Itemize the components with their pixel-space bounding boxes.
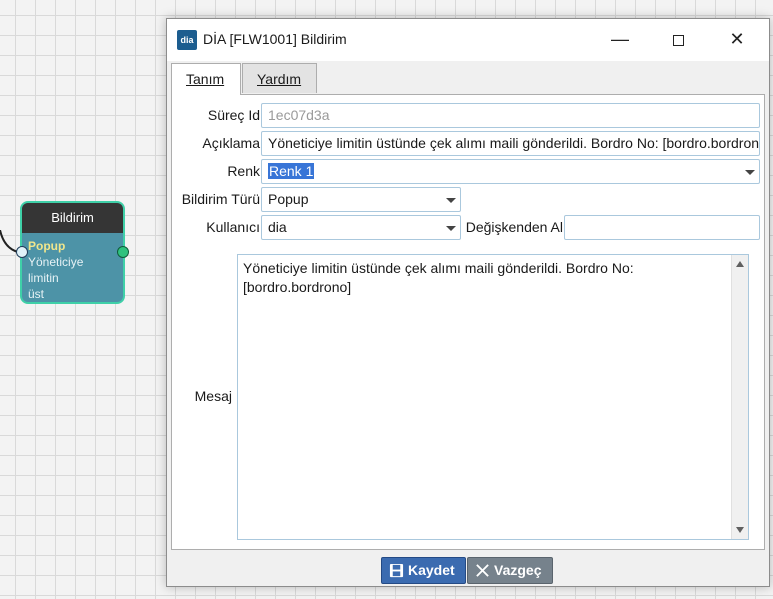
floppy-disk-icon <box>389 563 404 578</box>
close-x-icon <box>476 564 489 577</box>
surec-id-label: Süreç Id <box>207 107 260 123</box>
scroll-down-icon[interactable] <box>736 527 744 533</box>
dia-logo-icon: dia <box>177 30 197 50</box>
mesaj-line2: [bordro.bordrono] <box>243 279 352 295</box>
tanim-panel: Süreç Id 1ec07d3a Açıklama Yöneticiye li… <box>171 94 765 550</box>
window-title: DİA [FLW1001] Bildirim <box>203 31 347 47</box>
renk-select[interactable]: Renk 1 <box>261 159 760 184</box>
node-input-port[interactable] <box>16 246 28 258</box>
node-output-port[interactable] <box>117 246 129 258</box>
surec-id-field[interactable]: 1ec07d3a <box>261 103 760 128</box>
minimize-button[interactable]: — <box>597 19 643 61</box>
renk-label: Renk <box>227 163 260 179</box>
tab-yardim[interactable]: Yardım <box>242 63 317 93</box>
node-text-line2: üst <box>28 287 45 301</box>
degiskenden-al-label: Değişkenden Al <box>465 219 563 235</box>
tab-tanim-label: Tanım <box>186 71 225 87</box>
close-icon: ✕ <box>729 29 745 49</box>
chevron-down-icon <box>446 226 456 231</box>
node-type: Popup <box>28 239 66 253</box>
save-button[interactable]: Kaydet <box>381 557 466 584</box>
bildirim-turu-value: Popup <box>268 191 309 207</box>
bildirim-turu-select[interactable]: Popup <box>261 187 461 212</box>
title-bar[interactable]: dia DİA [FLW1001] Bildirim — ✕ <box>167 19 769 61</box>
chevron-down-icon <box>446 198 456 203</box>
kullanici-value: dia <box>268 219 287 235</box>
maximize-icon <box>672 34 684 46</box>
mesaj-line1: Yöneticiye limitin üstünde çek alımı mai… <box>243 260 634 276</box>
renk-selected-value: Renk 1 <box>268 163 315 179</box>
bildirim-turu-label: Bildirim Türü <box>181 191 260 207</box>
aciklama-field[interactable]: Yöneticiye limitin üstünde çek alımı mai… <box>261 131 760 156</box>
aciklama-label: Açıklama <box>202 135 260 151</box>
degiskenden-al-field[interactable] <box>564 215 760 240</box>
tab-tanim[interactable]: Tanım <box>171 63 241 95</box>
node-title: Bildirim <box>22 203 123 233</box>
mesaj-scrollbar[interactable] <box>731 255 748 539</box>
mesaj-textarea[interactable]: Yöneticiye limitin üstünde çek alımı mai… <box>237 254 749 540</box>
mesaj-text: Yöneticiye limitin üstünde çek alımı mai… <box>243 259 728 297</box>
tab-yardim-label: Yardım <box>257 71 302 87</box>
save-label: Kaydet <box>408 562 455 578</box>
minimize-icon: — <box>611 29 629 49</box>
maximize-button[interactable] <box>655 19 701 61</box>
kullanici-select[interactable]: dia <box>261 215 461 240</box>
scroll-up-icon[interactable] <box>736 261 744 267</box>
close-button[interactable]: ✕ <box>714 19 760 61</box>
mesaj-label: Mesaj <box>194 388 232 404</box>
chevron-down-icon <box>745 170 755 175</box>
kullanici-label: Kullanıcı <box>206 219 260 235</box>
node-text-line1: Yöneticiye limitin <box>28 255 84 285</box>
bildirim-dialog: dia DİA [FLW1001] Bildirim — ✕ Tanım Yar… <box>166 18 770 587</box>
flow-node-bildirim[interactable]: Bildirim Popup Yöneticiye limitin üst <box>20 201 125 304</box>
cancel-label: Vazgeç <box>494 562 542 578</box>
node-body: Popup Yöneticiye limitin üst <box>22 233 123 302</box>
cancel-button[interactable]: Vazgeç <box>467 557 553 584</box>
